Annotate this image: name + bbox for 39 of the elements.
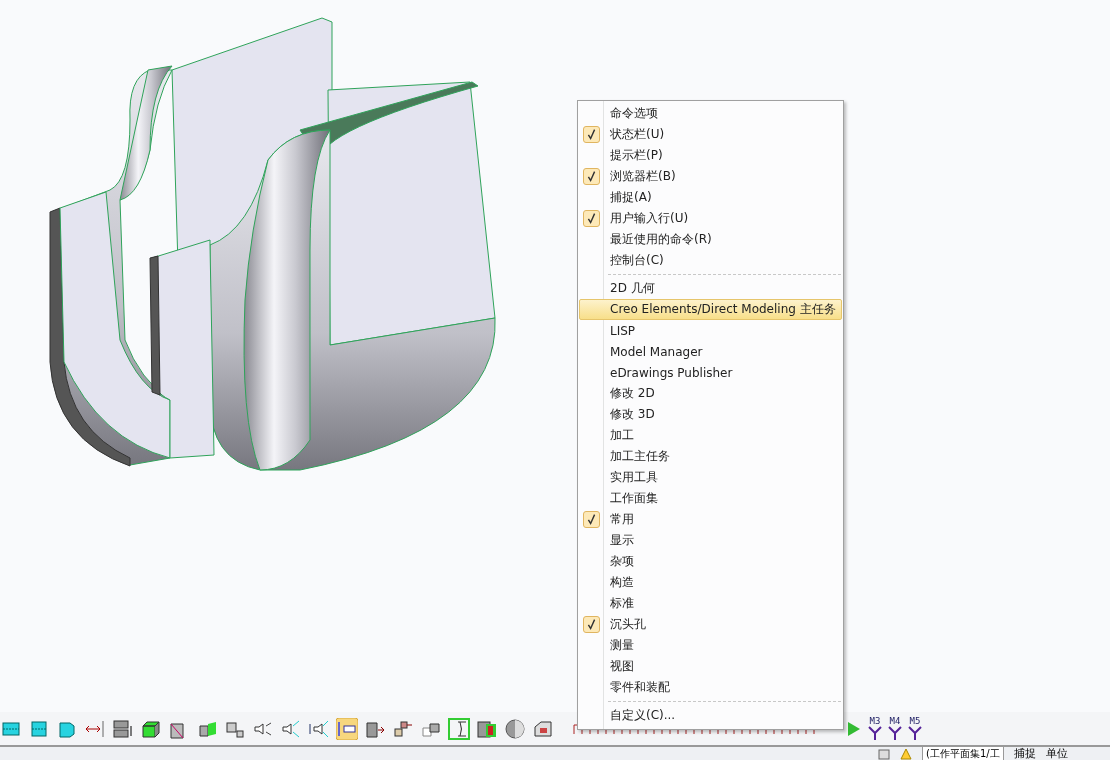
menu-item[interactable]: 标准 [579,593,842,614]
sphere-icon[interactable] [504,717,526,740]
menu-item[interactable]: 测量 [579,635,842,656]
macro-button[interactable]: M4 [887,715,903,742]
menu-item[interactable]: 命令选项 [579,103,842,124]
macro-button[interactable]: M5 [907,715,923,742]
menu-item[interactable]: eDrawings Publisher [579,362,842,383]
menu-item[interactable]: Model Manager [579,341,842,362]
menu-item[interactable]: Creo Elements/Direct Modeling 主任务 [579,299,842,320]
workplane-field[interactable]: (工作平面集1/工 [922,747,1004,760]
menu-item[interactable]: 修改 2D [579,383,842,404]
menu-item[interactable]: 状态栏(U) [579,124,842,145]
menu-item[interactable]: 用户输入行(U) [579,208,842,229]
menu-item[interactable]: 实用工具 [579,467,842,488]
menu-item[interactable]: LISP [579,320,842,341]
menu-item[interactable]: 提示栏(P) [579,145,842,166]
menu-item[interactable]: 常用 [579,509,842,530]
menu-item[interactable]: 加工主任务 [579,446,842,467]
units-label[interactable]: 单位 [1045,747,1068,760]
menu-item[interactable]: 杂项 [579,551,842,572]
menu-item[interactable]: 沉头孔 [579,614,842,635]
snap-label[interactable]: 捕捉 [1013,747,1036,760]
menu-item[interactable]: 构造 [579,572,842,593]
menu-item[interactable]: 捕捉(A) [579,187,842,208]
warning-icon [900,747,912,760]
menu-item[interactable]: 自定义(C)... [579,705,842,726]
menu-item[interactable]: 控制台(C) [579,250,842,271]
menu-item[interactable]: 视图 [579,656,842,677]
menu-item[interactable]: 零件和装配 [579,677,842,698]
menu-item[interactable]: 工作面集 [579,488,842,509]
macro-button[interactable]: M3 [867,715,883,742]
stacked-blocks-icon[interactable] [112,717,134,740]
menu-item[interactable]: 浏览器栏(B) [579,166,842,187]
menu-item[interactable]: 加工 [579,425,842,446]
notepad-icon[interactable] [878,747,890,760]
menu-item[interactable]: 显示 [579,530,842,551]
menu-item[interactable]: 最近使用的命令(R) [579,229,842,250]
menu-item[interactable]: 2D 几何 [579,278,842,299]
menu-item[interactable]: 修改 3D [579,404,842,425]
